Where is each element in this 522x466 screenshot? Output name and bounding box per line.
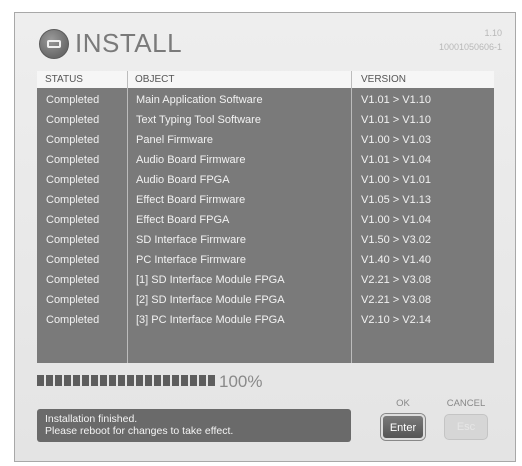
table-row: Completed Audio Board Firmware V1.01 > V1.… — [37, 151, 494, 171]
version-number: 1.10 — [484, 28, 502, 38]
row-object: [3] PC Interface Module FPGA — [136, 314, 285, 326]
progress-segment — [199, 375, 206, 386]
table-row: Completed [3] PC Interface Module FPGA V2.… — [37, 311, 494, 331]
progress-segment — [64, 375, 71, 386]
row-object: [2] SD Interface Module FPGA — [136, 294, 285, 306]
progress-segment — [91, 375, 98, 386]
row-version: V1.50 > V3.02 — [361, 234, 432, 246]
row-version: V1.01 > V1.04 — [361, 154, 432, 166]
progress-segment — [37, 375, 44, 386]
row-status: Completed — [46, 194, 100, 206]
ok-button[interactable]: Enter — [381, 414, 425, 440]
ok-label: OK — [396, 398, 410, 409]
row-version: V1.01 > V1.10 — [361, 94, 432, 106]
row-version: V1.01 > V1.10 — [361, 114, 432, 126]
table-header: STATUS OBJECT VERSION — [37, 71, 494, 88]
status-line-2: Please reboot for changes to take effect… — [45, 425, 234, 437]
column-version: VERSION — [361, 74, 407, 85]
row-status: Completed — [46, 154, 100, 166]
progress-segment — [190, 375, 197, 386]
row-object: PC Interface Firmware — [136, 254, 247, 266]
progress-segment — [55, 375, 62, 386]
row-status: Completed — [46, 294, 100, 306]
row-object: Audio Board Firmware — [136, 154, 246, 166]
row-version: V1.05 > V1.13 — [361, 194, 432, 206]
progress-segment — [145, 375, 152, 386]
row-object: Effect Board FPGA — [136, 214, 230, 226]
page-title: INSTALL — [75, 28, 183, 58]
row-status: Completed — [46, 234, 100, 246]
row-object: Text Typing Tool Software — [136, 114, 261, 126]
device-icon — [39, 29, 69, 59]
build-number: 10001050606-1 — [438, 42, 502, 52]
row-object: Audio Board FPGA — [136, 174, 230, 186]
progress-percent: 100% — [219, 372, 263, 391]
row-status: Completed — [46, 314, 100, 326]
row-version: V2.10 > V2.14 — [361, 314, 432, 326]
progress-segment — [208, 375, 215, 386]
table-row: Completed [1] SD Interface Module FPGA V2.… — [37, 271, 494, 291]
row-object: SD Interface Firmware — [136, 234, 247, 246]
row-version: V1.00 > V1.04 — [361, 214, 432, 226]
progress-segment — [118, 375, 125, 386]
progress-segment — [154, 375, 161, 386]
table-row: Completed Text Typing Tool Software V1.01 … — [37, 111, 494, 131]
table-row: Completed Effect Board Firmware V1.05 > V1… — [37, 191, 494, 211]
row-version: V1.40 > V1.40 — [361, 254, 432, 266]
status-message-box: Installation finished. Please reboot for… — [37, 409, 351, 442]
install-window: INSTALL 1.10 10001050606-1 STATUS OBJECT… — [14, 12, 516, 462]
table-row: Completed SD Interface Firmware V1.50 > V3… — [37, 231, 494, 251]
row-object: Effect Board Firmware — [136, 194, 246, 206]
row-status: Completed — [46, 94, 100, 106]
row-status: Completed — [46, 254, 100, 266]
row-object: Main Application Software — [136, 94, 263, 106]
status-line-1: Installation finished. — [45, 413, 138, 425]
column-status: STATUS — [45, 74, 83, 85]
row-object: [1] SD Interface Module FPGA — [136, 274, 285, 286]
row-status: Completed — [46, 114, 100, 126]
progress-segment — [172, 375, 179, 386]
progress-segment — [73, 375, 80, 386]
row-version: V2.21 > V3.08 — [361, 294, 432, 306]
progress-segment — [181, 375, 188, 386]
column-object: OBJECT — [135, 74, 175, 85]
row-status: Completed — [46, 174, 100, 186]
cancel-label: CANCEL — [446, 398, 486, 409]
table-row: Completed PC Interface Firmware V1.40 > V1… — [37, 251, 494, 271]
progress-segment — [109, 375, 116, 386]
progress-segment — [127, 375, 134, 386]
row-object: Panel Firmware — [136, 134, 214, 146]
table-row: Completed Main Application Software V1.01 … — [37, 91, 494, 111]
row-version: V1.00 > V1.03 — [361, 134, 432, 146]
row-status: Completed — [46, 214, 100, 226]
install-table: STATUS OBJECT VERSION Completed Main Appl… — [37, 71, 494, 363]
row-version: V2.21 > V3.08 — [361, 274, 432, 286]
progress-segment — [46, 375, 53, 386]
table-row: Completed Panel Firmware V1.00 > V1.03 — [37, 131, 494, 151]
progress-segment — [163, 375, 170, 386]
cancel-button[interactable]: Esc — [444, 414, 488, 440]
progress-segment — [136, 375, 143, 386]
row-status: Completed — [46, 274, 100, 286]
table-row: Completed [2] SD Interface Module FPGA V2.… — [37, 291, 494, 311]
row-status: Completed — [46, 134, 100, 146]
row-version: V1.00 > V1.01 — [361, 174, 432, 186]
progress-segment — [100, 375, 107, 386]
table-row: Completed Effect Board FPGA V1.00 > V1.04 — [37, 211, 494, 231]
progress-segment — [82, 375, 89, 386]
table-row: Completed Audio Board FPGA V1.00 > V1.01 — [37, 171, 494, 191]
